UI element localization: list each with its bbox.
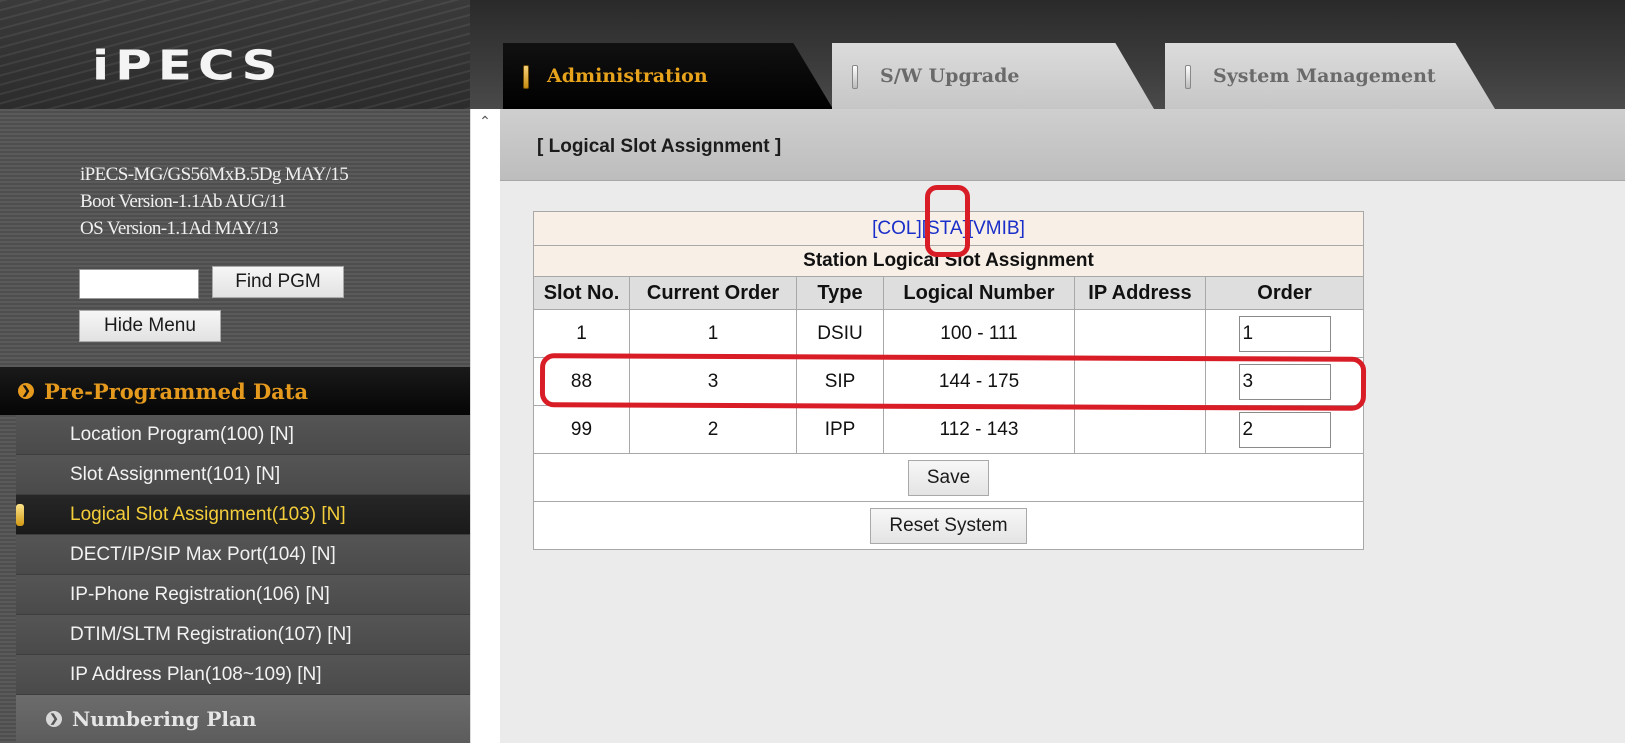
tab-label: S/W Upgrade (880, 65, 1020, 87)
version-info: iPECS-MG/GS56MxB.5Dg MAY/15 Boot Version… (80, 161, 349, 242)
cell-type: DSIU (796, 309, 884, 358)
save-cell: Save (533, 453, 1364, 502)
menu-item-label: Location Program(100) [N] (70, 423, 294, 445)
order-input[interactable] (1238, 411, 1331, 448)
menu-item-label: DTIM/SLTM Registration(107) [N] (70, 623, 352, 645)
tab-sw-upgrade[interactable]: S/W Upgrade (832, 43, 1154, 109)
menu-item-location-program[interactable]: Location Program(100) [N] (16, 415, 470, 455)
menu-item-label: Logical Slot Assignment(103) [N] (70, 503, 346, 525)
sidebar: iPECS-MG/GS56MxB.5Dg MAY/15 Boot Version… (0, 109, 470, 743)
bullet-icon: ❯ (18, 383, 34, 399)
active-marker-icon (16, 504, 24, 526)
cell-order (1205, 309, 1364, 358)
title-bar: [ Logical Slot Assignment ] (500, 109, 1625, 181)
menu-item-label: IP Address Plan(108~109) [N] (70, 663, 322, 685)
page-title: [ Logical Slot Assignment ] (537, 136, 782, 157)
column-header: Order (1205, 276, 1364, 310)
column-header: Type (796, 276, 884, 310)
section-title: Pre-Programmed Data (44, 378, 309, 404)
cell-ip-address (1074, 405, 1206, 454)
reset-system-button[interactable]: Reset System (870, 507, 1027, 544)
annotation-highlight-row (539, 353, 1367, 411)
order-input[interactable] (1238, 315, 1331, 352)
cell-type: IPP (796, 405, 884, 454)
tab-administration[interactable]: Administration (503, 43, 833, 109)
pgm-search-input[interactable] (79, 269, 199, 299)
filter-link-col[interactable]: [COL] (872, 218, 922, 239)
menu-item-label: Slot Assignment(101) [N] (70, 463, 281, 485)
section-title: Numbering Plan (72, 707, 257, 731)
menu-item-ip-phone-registration[interactable]: IP-Phone Registration(106) [N] (16, 575, 470, 615)
cell-current-order: 2 (629, 405, 797, 454)
find-pgm-button[interactable]: Find PGM (212, 266, 344, 298)
cell-logical-number: 112 - 143 (883, 405, 1075, 454)
column-header: IP Address (1074, 276, 1206, 310)
menu-item-label: IP-Phone Registration(106) [N] (70, 583, 330, 605)
version-line: Boot Version-1.1Ab AUG/11 (80, 191, 287, 212)
cell-current-order: 1 (629, 309, 797, 358)
tab-marker-icon (852, 65, 858, 89)
menu-item-label: DECT/IP/SIP Max Port(104) [N] (70, 543, 336, 565)
ipecs-logo: iPECS (92, 41, 284, 90)
version-line: OS Version-1.1Ad MAY/13 (80, 218, 278, 239)
reset-cell: Reset System (533, 501, 1364, 550)
menu-item-dtim-sltm-registration[interactable]: DTIM/SLTM Registration(107) [N] (16, 615, 470, 655)
cell-order (1205, 405, 1364, 454)
tab-marker-icon (1185, 65, 1191, 89)
section-pre-programmed-data[interactable]: ❯ Pre-Programmed Data (0, 367, 470, 415)
table-row: 99 2 IPP 112 - 143 (533, 405, 1364, 454)
hide-menu-button[interactable]: Hide Menu (79, 310, 221, 342)
sidebar-scrollbar[interactable]: ⌃ (470, 109, 500, 743)
menu-item-logical-slot-assignment[interactable]: Logical Slot Assignment(103) [N] (16, 495, 470, 535)
app-header: iPECS Administration S/W Upgrade System … (0, 0, 1625, 109)
tab-label: System Management (1213, 65, 1436, 87)
tab-marker-icon (523, 65, 529, 89)
column-header: Logical Number (883, 276, 1075, 310)
menu-item-ip-address-plan[interactable]: IP Address Plan(108~109) [N] (16, 655, 470, 695)
column-header: Current Order (629, 276, 797, 310)
table-header-row: Slot No. Current Order Type Logical Numb… (533, 276, 1364, 310)
filter-link-vmib[interactable]: [VMIB] (968, 218, 1025, 239)
cell-logical-number: 100 - 111 (883, 309, 1075, 358)
bullet-icon: ❯ (46, 711, 62, 727)
column-header: Slot No. (533, 276, 630, 310)
menu-list: Location Program(100) [N] Slot Assignmen… (16, 415, 470, 695)
tab-label: Administration (547, 65, 708, 87)
reset-row: Reset System (533, 501, 1364, 550)
chevron-up-icon[interactable]: ⌃ (475, 111, 495, 131)
cell-slot: 1 (533, 309, 630, 358)
save-button[interactable]: Save (907, 459, 990, 496)
version-line: iPECS-MG/GS56MxB.5Dg MAY/15 (80, 164, 349, 185)
annotation-highlight-sta (925, 185, 970, 257)
menu-item-slot-assignment[interactable]: Slot Assignment(101) [N] (16, 455, 470, 495)
section-numbering-plan[interactable]: ❯ Numbering Plan (16, 695, 470, 743)
cell-slot: 99 (533, 405, 630, 454)
save-row: Save (533, 453, 1364, 502)
tab-system-management[interactable]: System Management (1165, 43, 1495, 109)
cell-ip-address (1074, 309, 1206, 358)
menu-item-dect-ip-sip-max-port[interactable]: DECT/IP/SIP Max Port(104) [N] (16, 535, 470, 575)
table-row: 1 1 DSIU 100 - 111 (533, 309, 1364, 358)
